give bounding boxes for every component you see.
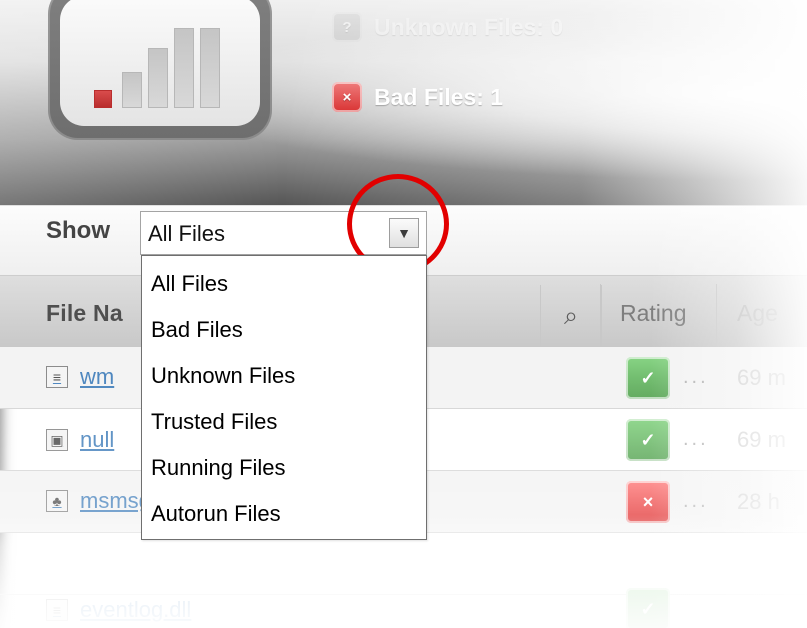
file-filter-dropdown: All Files Bad Files Unknown Files Truste…	[141, 255, 427, 540]
bad-files-label: Bad Files: 1	[374, 83, 504, 110]
trusted-rating-icon: ✓	[626, 588, 670, 628]
bad-rating-icon: ×	[626, 481, 670, 523]
dropdown-option-running-files[interactable]: Running Files	[151, 448, 286, 488]
file-name-cell[interactable]: ≡ eventlog.dll	[46, 595, 191, 625]
file-list-screen: ? Unknown Files: 0 × Bad Files: 1 Show A…	[0, 0, 807, 628]
dropdown-option-trusted-files[interactable]: Trusted Files	[151, 402, 277, 442]
chevron-down-icon[interactable]: ▼	[389, 218, 419, 248]
file-name-cell[interactable]: ≡ wm	[46, 362, 114, 392]
chart-bar	[174, 28, 194, 108]
script-file-icon: ≡	[46, 366, 68, 388]
show-files-select[interactable]: All Files ▼	[140, 211, 427, 255]
rating-details-ellipsis: ...	[683, 366, 709, 388]
file-link[interactable]: eventlog.dll	[80, 597, 191, 623]
dropdown-option-bad-files[interactable]: Bad Files	[151, 310, 243, 350]
dropdown-option-unknown-files[interactable]: Unknown Files	[151, 356, 295, 396]
system-file-icon: ▣	[46, 429, 68, 451]
file-stats-chart-icon	[48, 0, 272, 140]
chart-bar	[148, 48, 168, 108]
rating-details-ellipsis: ...	[683, 490, 709, 512]
question-icon: ?	[332, 12, 362, 42]
rating-details-ellipsis: ...	[683, 428, 709, 450]
dropdown-option-all-files[interactable]: All Files	[151, 264, 228, 304]
dropdown-option-autorun-files[interactable]: Autorun Files	[151, 494, 281, 534]
trusted-rating-icon: ✓	[626, 419, 670, 461]
dll-file-icon: ≡	[46, 599, 68, 621]
close-icon: ×	[332, 82, 362, 112]
table-row[interactable]: ≡ eventlog.dll ✓	[0, 533, 807, 628]
column-divider	[600, 284, 601, 346]
age-column-header[interactable]: Age	[737, 300, 778, 327]
selected-file-filter: All Files	[148, 221, 226, 246]
file-name-column-header[interactable]: File Na	[46, 300, 123, 327]
chart-bar	[200, 28, 220, 108]
column-divider	[716, 284, 717, 346]
chart-icon-inner	[60, 0, 260, 126]
trusted-rating-icon: ✓	[626, 357, 670, 399]
file-age: 28 h	[737, 489, 780, 514]
user-group-icon: ♣	[46, 490, 68, 512]
file-link[interactable]: null	[80, 427, 114, 453]
show-label: Show	[46, 217, 110, 244]
unknown-files-label: Unknown Files: 0	[374, 13, 564, 40]
unknown-files-stat: ? Unknown Files: 0	[332, 10, 563, 44]
file-name-cell[interactable]: ▣ null	[46, 425, 114, 455]
chart-bar	[122, 72, 142, 108]
bad-files-stat: × Bad Files: 1	[332, 80, 503, 114]
search-icon: ⌕	[563, 301, 578, 330]
file-age: 69 m	[737, 427, 786, 452]
file-link[interactable]: wm	[80, 364, 114, 390]
rating-column-header[interactable]: Rating	[620, 300, 686, 327]
bad-file-bar	[94, 90, 112, 108]
file-age: 69 m	[737, 365, 786, 390]
search-button[interactable]: ⌕	[540, 285, 602, 347]
